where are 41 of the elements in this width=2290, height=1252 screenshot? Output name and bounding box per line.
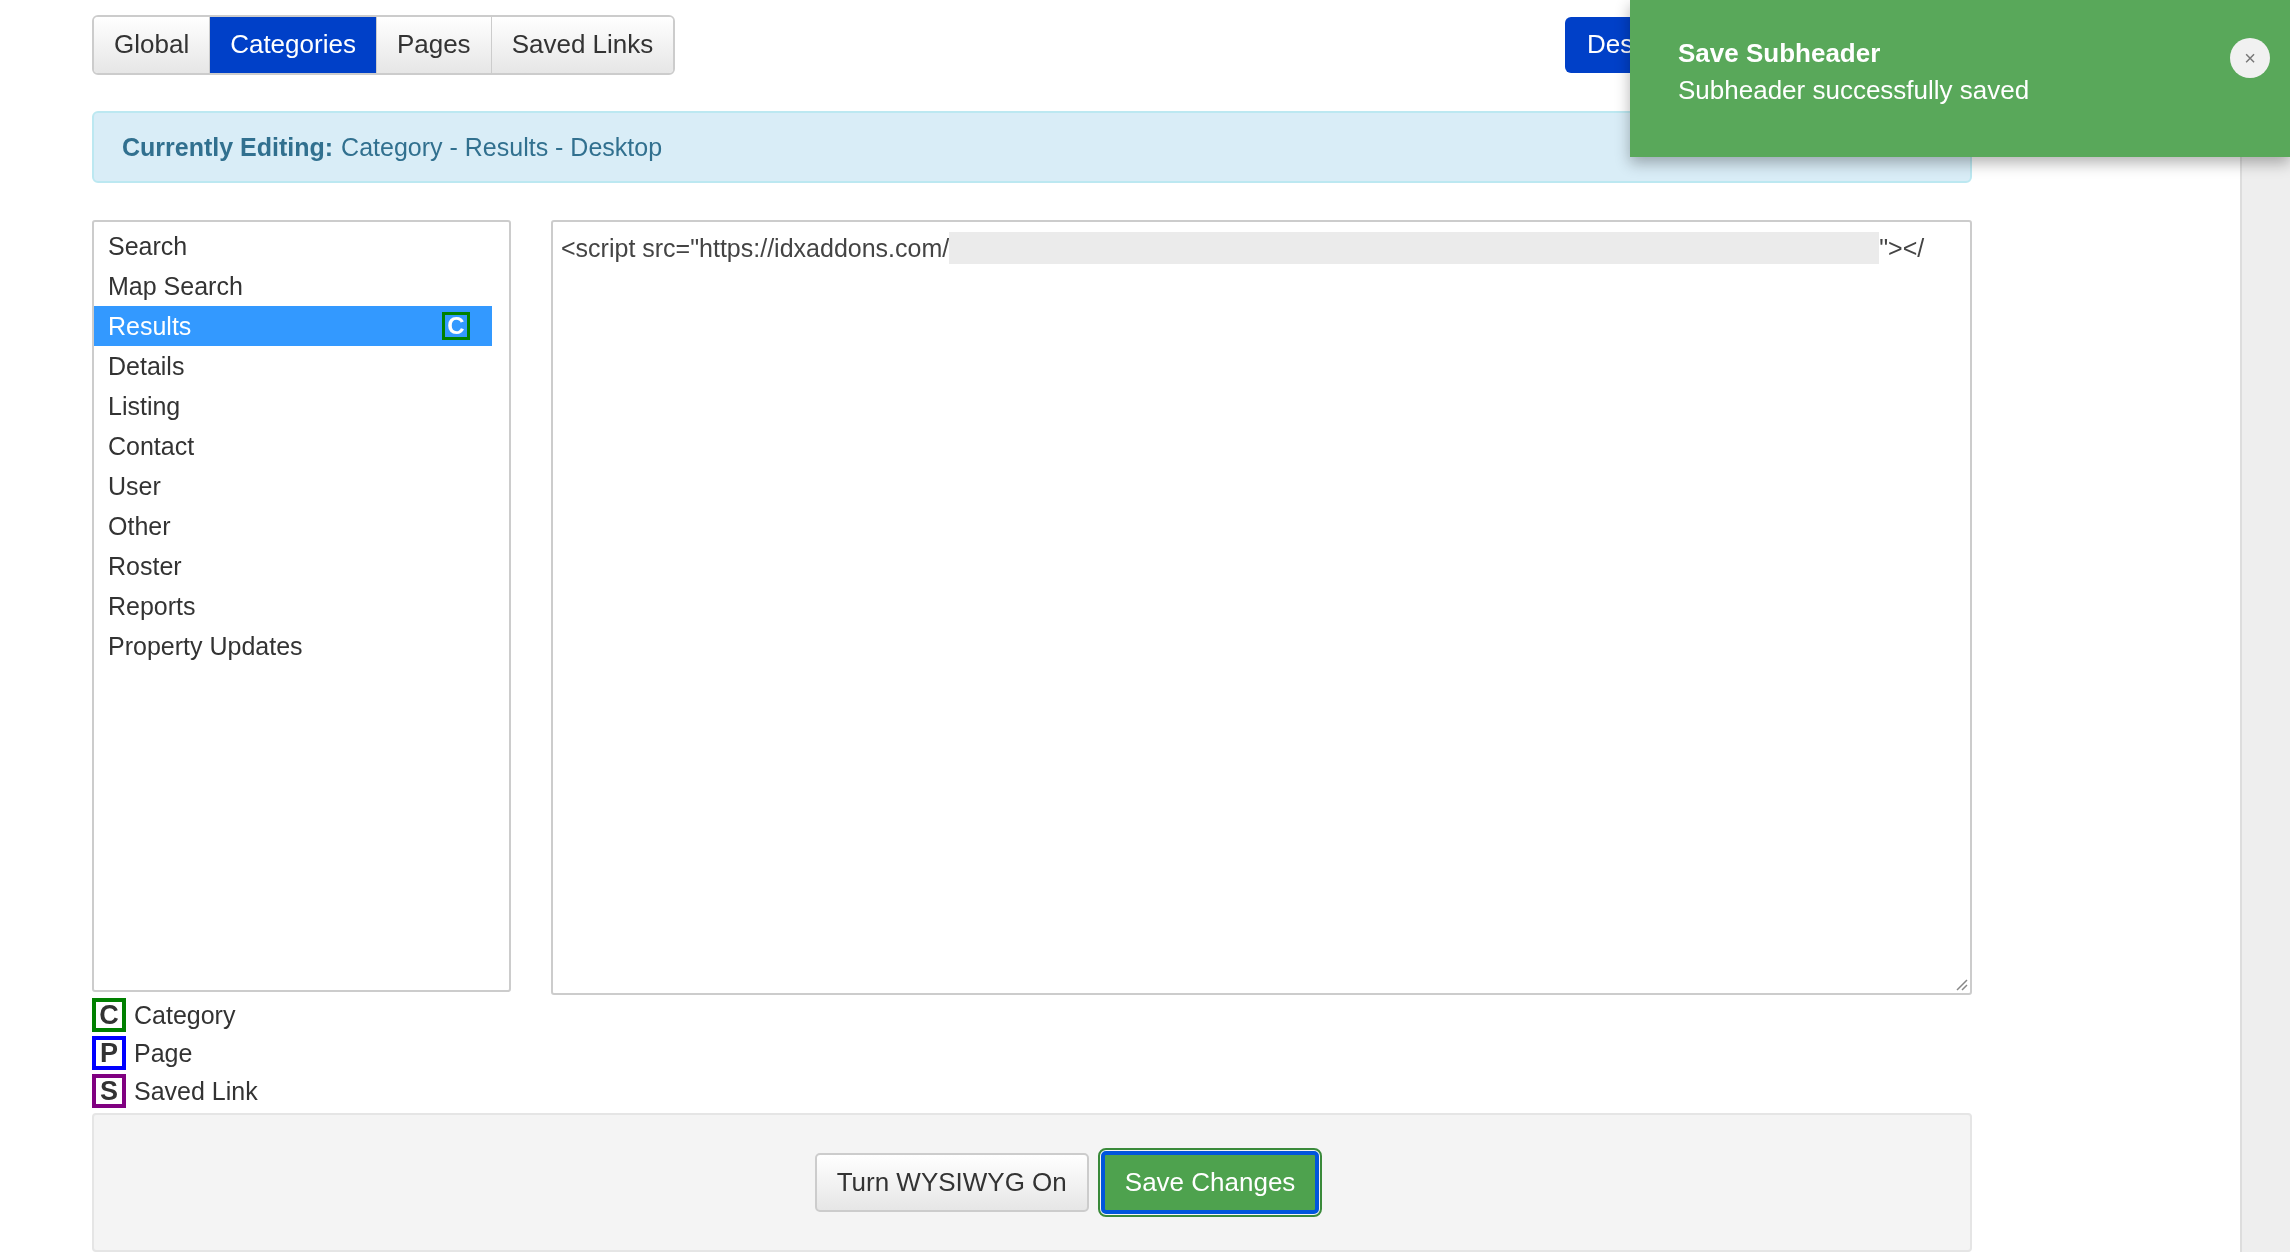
section-item[interactable]: Details [94,346,492,386]
code-editor[interactable]: <script src="https://idxaddons.com/ "></ [551,220,1972,995]
legend-badge: S [92,1074,126,1108]
section-item[interactable]: Listing [94,386,492,426]
section-item[interactable]: Reports [94,586,492,626]
section-label: Details [108,351,186,381]
section-item[interactable]: User [94,466,492,506]
section-label: Reports [108,591,197,621]
legend-badge: C [92,998,126,1032]
tab[interactable]: Pages [375,17,491,73]
section-label: Roster [108,551,183,581]
section-item[interactable]: Contact [94,426,492,466]
section-item[interactable]: Other [94,506,492,546]
editing-value: Category - Results - Desktop [341,132,663,162]
toast-message: Subheader successfully saved [1678,75,2031,106]
type-badge: C [442,312,470,340]
section-label: Contact [108,431,196,461]
tab[interactable]: Global [94,17,210,73]
section-label: Listing [108,391,182,421]
section-label: Other [108,511,172,541]
section-item[interactable]: Search [94,226,492,266]
toast-title: Save Subheader [1678,38,1882,69]
legend-badge: P [92,1036,126,1070]
close-button[interactable]: × [2230,38,2270,78]
section-item[interactable]: Property Updates [94,626,492,666]
section-label: Property Updates [108,631,304,661]
section-item[interactable]: Map Search [94,266,492,306]
tab[interactable]: Saved Links [490,17,674,73]
editing-label: Currently Editing: [122,132,334,162]
section-label: Results [108,311,193,341]
tab[interactable]: Categories [209,17,376,73]
section-label: Search [108,231,189,261]
legend-label: Saved Link [134,1076,258,1106]
code-text: "></ [1879,233,1925,263]
section-item[interactable]: Roster [94,546,492,586]
wysiwyg-button[interactable]: Turn WYSIWYG On [814,1153,1089,1212]
code-text: <script src="https://idxaddons.com/ [561,233,950,263]
legend-label: Page [134,1038,193,1068]
section-label: Map Search [108,271,244,301]
legend-label: Category [134,1000,236,1030]
section-label: User [108,471,162,501]
